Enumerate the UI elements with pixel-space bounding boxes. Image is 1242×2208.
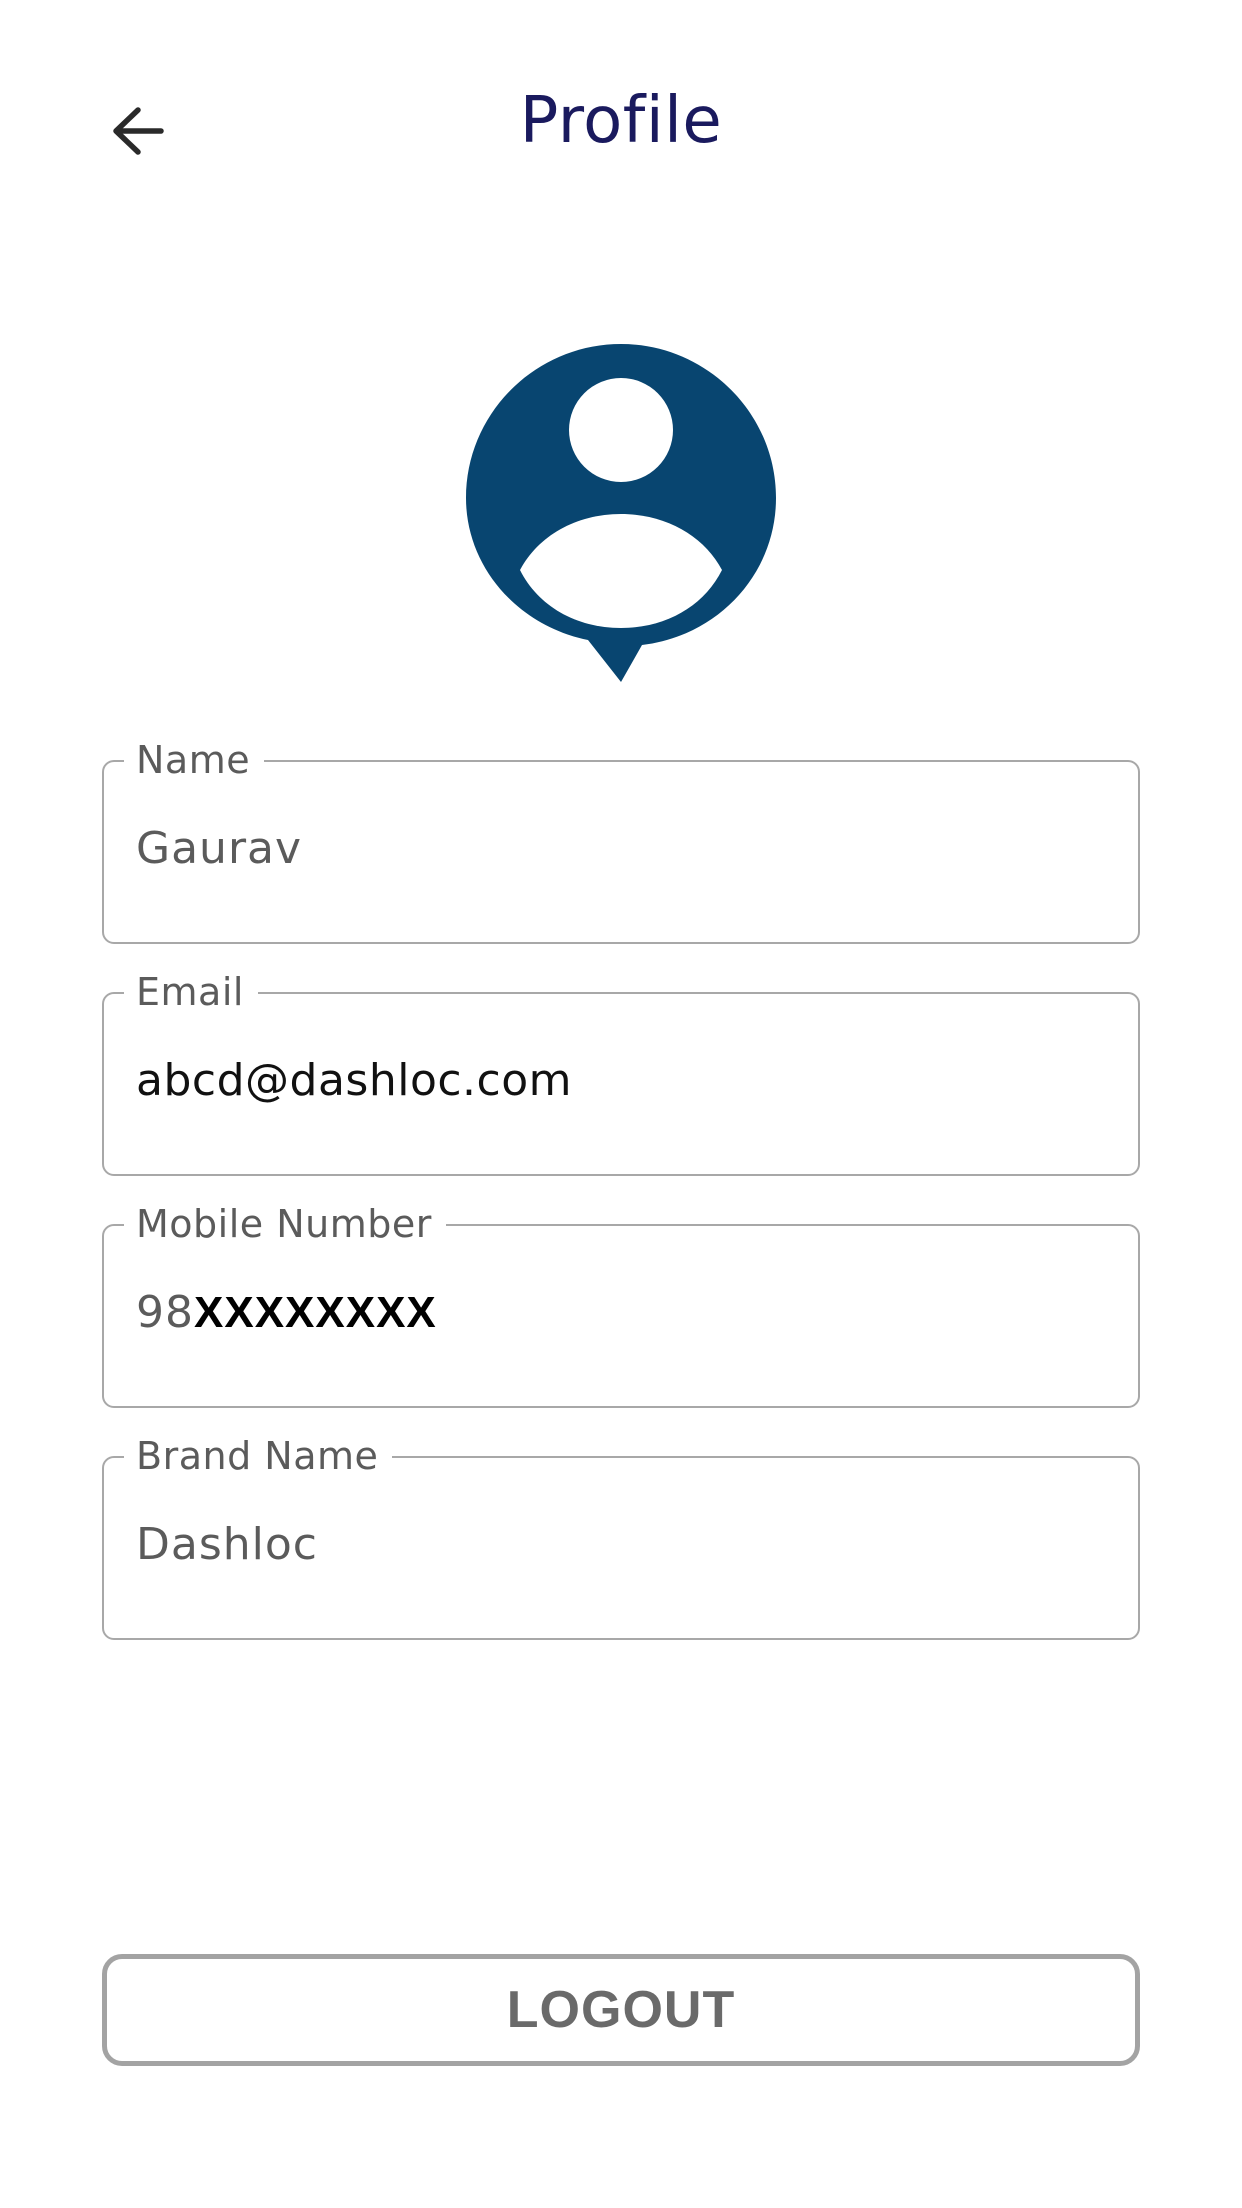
- mobile-number-prefix: 98: [136, 1287, 194, 1338]
- email-field-label: Email: [124, 970, 258, 1014]
- mobile-number-field[interactable]: Mobile Number 98XXXXXXXX: [102, 1202, 1140, 1408]
- mobile-number-field-label: Mobile Number: [124, 1202, 446, 1246]
- logout-button[interactable]: LOGOUT: [102, 1954, 1140, 2066]
- mobile-number-masked: XXXXXXXX: [194, 1288, 437, 1337]
- name-field-value[interactable]: Gaurav: [136, 822, 302, 876]
- email-field-value[interactable]: abcd@dashloc.com: [136, 1054, 572, 1108]
- brand-name-field[interactable]: Brand Name Dashloc: [102, 1434, 1140, 1640]
- email-field[interactable]: Email abcd@dashloc.com: [102, 970, 1140, 1176]
- brand-name-field-label: Brand Name: [124, 1434, 393, 1478]
- name-field[interactable]: Name Gaurav: [102, 738, 1140, 944]
- mobile-number-field-value[interactable]: 98XXXXXXXX: [136, 1286, 437, 1340]
- page-title: Profile: [519, 84, 723, 158]
- app-header: Profile: [0, 0, 1242, 260]
- profile-avatar: [466, 344, 776, 684]
- logout-button-label: LOGOUT: [506, 1981, 736, 2039]
- name-field-label: Name: [124, 738, 265, 782]
- brand-name-field-value[interactable]: Dashloc: [136, 1518, 318, 1572]
- user-location-pin-icon: [466, 344, 776, 682]
